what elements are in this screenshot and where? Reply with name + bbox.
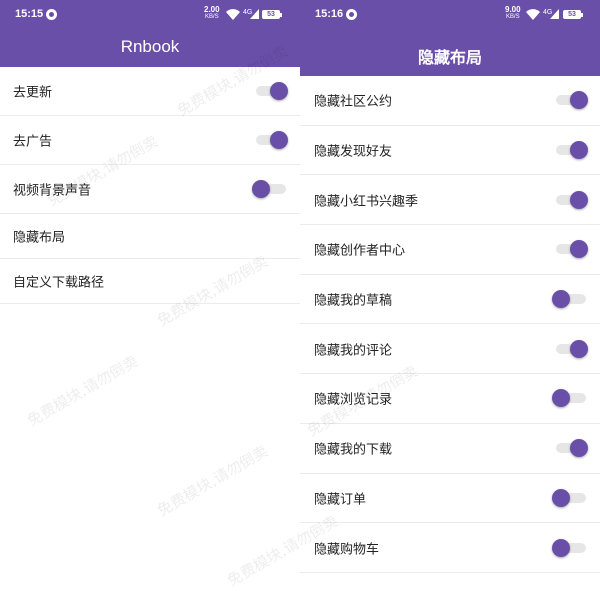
app-bar: 15:16 9.00 KB/S 4G 53 隐藏布局 <box>300 0 600 76</box>
setting-label: 隐藏布局 <box>13 230 66 246</box>
hide-browsing-history-toggle[interactable] <box>552 387 592 409</box>
setting-row-hide-find-friends[interactable]: 隐藏发现好友 <box>300 126 600 176</box>
wifi-icon <box>526 9 540 20</box>
setting-row-hide-shopping-cart[interactable]: 隐藏购物车 <box>300 523 600 573</box>
status-bar: 15:15 2.00 KB/S 4G 53 <box>0 0 300 28</box>
setting-row-hide-my-comments[interactable]: 隐藏我的评论 <box>300 324 600 375</box>
hide-find-friends-toggle[interactable] <box>552 139 592 161</box>
battery-icon: 53 <box>563 10 583 19</box>
setting-label: 去更新 <box>13 85 53 101</box>
setting-label: 去广告 <box>13 134 53 150</box>
settings-screen: 15:15 2.00 KB/S 4G 53 Rnbook 去更新 去广告 视频背景… <box>0 0 300 583</box>
hide-interest-season-toggle[interactable] <box>552 189 592 211</box>
setting-row-hide-interest-season[interactable]: 隐藏小红书兴趣季 <box>300 175 600 226</box>
hide-layout-screen: 15:16 9.00 KB/S 4G 53 隐藏布局 隐藏社区公约 隐藏发现好友 … <box>300 0 600 583</box>
hide-community-rules-toggle[interactable] <box>552 89 592 111</box>
hide-shopping-cart-toggle[interactable] <box>552 537 592 559</box>
setting-row-update[interactable]: 去更新 <box>0 67 300 116</box>
setting-row-video-background-audio[interactable]: 视频背景声音 <box>0 165 300 214</box>
network-speed: 2.00 KB/S <box>204 5 220 21</box>
hide-my-comments-toggle[interactable] <box>552 338 592 360</box>
status-time: 15:15 <box>15 8 44 20</box>
battery-icon: 53 <box>262 10 282 19</box>
notification-app-icon <box>346 9 357 20</box>
remove-ads-toggle[interactable] <box>252 129 292 151</box>
hide-orders-toggle[interactable] <box>552 487 592 509</box>
setting-row-hide-my-downloads[interactable]: 隐藏我的下载 <box>300 424 600 474</box>
setting-label: 隐藏浏览记录 <box>314 392 393 408</box>
setting-label: 隐藏社区公约 <box>314 94 393 110</box>
setting-row-remove-ads[interactable]: 去广告 <box>0 116 300 165</box>
status-time: 15:16 <box>315 8 344 20</box>
page-title: 隐藏布局 <box>417 48 482 67</box>
video-background-audio-toggle[interactable] <box>252 178 292 200</box>
hide-creator-center-toggle[interactable] <box>552 238 592 260</box>
setting-row-hide-browsing-history[interactable]: 隐藏浏览记录 <box>300 374 600 424</box>
hide-my-drafts-toggle[interactable] <box>552 288 592 310</box>
setting-label: 隐藏发现好友 <box>314 144 393 160</box>
setting-row-hide-my-drafts[interactable]: 隐藏我的草稿 <box>300 275 600 325</box>
setting-label: 隐藏我的草稿 <box>314 293 393 309</box>
hide-layout-list: 隐藏社区公约 隐藏发现好友 隐藏小红书兴趣季 隐藏创作者中心 隐藏我的草稿 隐藏… <box>300 76 600 573</box>
setting-row-hide-creator-center[interactable]: 隐藏创作者中心 <box>300 225 600 275</box>
update-toggle[interactable] <box>252 80 292 102</box>
page-title: Rnbook <box>120 37 180 56</box>
network-speed: 9.00 KB/S <box>505 5 521 21</box>
signal-icon <box>550 9 559 19</box>
app-bar: 15:15 2.00 KB/S 4G 53 Rnbook <box>0 0 300 67</box>
setting-row-hide-community-rules[interactable]: 隐藏社区公约 <box>300 76 600 126</box>
status-bar: 15:16 9.00 KB/S 4G 53 <box>300 0 600 28</box>
wifi-icon <box>226 9 240 20</box>
setting-label: 隐藏购物车 <box>314 542 380 558</box>
notification-app-icon <box>46 9 57 20</box>
hide-my-downloads-toggle[interactable] <box>552 437 592 459</box>
signal-icon <box>250 9 259 19</box>
setting-label: 隐藏小红书兴趣季 <box>314 194 419 210</box>
setting-label: 隐藏我的评论 <box>314 343 393 359</box>
setting-label: 自定义下载路径 <box>13 275 105 291</box>
setting-label: 隐藏我的下载 <box>314 442 393 458</box>
setting-label: 视频背景声音 <box>13 183 92 199</box>
settings-list: 去更新 去广告 视频背景声音 隐藏布局 自定义下载路径 <box>0 67 300 304</box>
setting-row-hide-orders[interactable]: 隐藏订单 <box>300 474 600 524</box>
setting-row-hide-layout[interactable]: 隐藏布局 <box>0 214 300 259</box>
setting-row-custom-download-path[interactable]: 自定义下载路径 <box>0 259 300 304</box>
setting-label: 隐藏创作者中心 <box>314 243 406 259</box>
setting-label: 隐藏订单 <box>314 492 367 508</box>
